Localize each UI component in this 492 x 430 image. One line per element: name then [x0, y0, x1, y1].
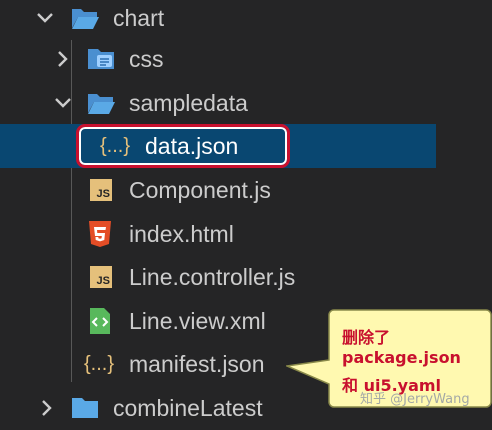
- html5-icon: [89, 221, 111, 247]
- folder-label: combineLatest: [113, 395, 263, 421]
- chevron-down-icon: [37, 13, 53, 23]
- tree-item-component-js[interactable]: JS Component.js: [0, 168, 436, 212]
- file-label: Component.js: [129, 177, 271, 203]
- xml-icon: [90, 308, 110, 334]
- folder-open-icon: [88, 94, 115, 114]
- highlight-box: [76, 124, 290, 168]
- folder-icon: [72, 398, 98, 418]
- chevron-right-icon: [58, 51, 68, 67]
- folder-label: sampledata: [129, 90, 248, 116]
- folder-label: css: [129, 46, 164, 72]
- file-label: Line.view.xml: [129, 308, 266, 334]
- tree-item-index-html[interactable]: index.html: [0, 212, 436, 256]
- js-icon: JS: [90, 179, 112, 201]
- chevron-right-icon: [42, 400, 52, 416]
- chevron-down-icon: [55, 98, 71, 108]
- file-label: manifest.json: [129, 351, 265, 377]
- file-label: Line.controller.js: [129, 264, 296, 290]
- tree-item-sampledata[interactable]: sampledata: [0, 81, 436, 125]
- watermark: 知乎 @JerryWang: [360, 392, 470, 407]
- tree-item-css[interactable]: css: [0, 37, 436, 81]
- callout-line-2: package.json: [342, 348, 461, 367]
- tree-item-chart[interactable]: chart: [0, 0, 436, 40]
- folder-open-icon: [72, 9, 99, 29]
- folder-label: chart: [113, 5, 165, 31]
- tree-item-line-controller-js[interactable]: JS Line.controller.js: [0, 255, 436, 299]
- file-label: index.html: [129, 221, 234, 247]
- css-folder-icon: [88, 49, 114, 69]
- callout-line-1: 删除了: [342, 328, 391, 347]
- js-icon: JS: [90, 266, 112, 288]
- json-icon: {...}: [84, 353, 115, 375]
